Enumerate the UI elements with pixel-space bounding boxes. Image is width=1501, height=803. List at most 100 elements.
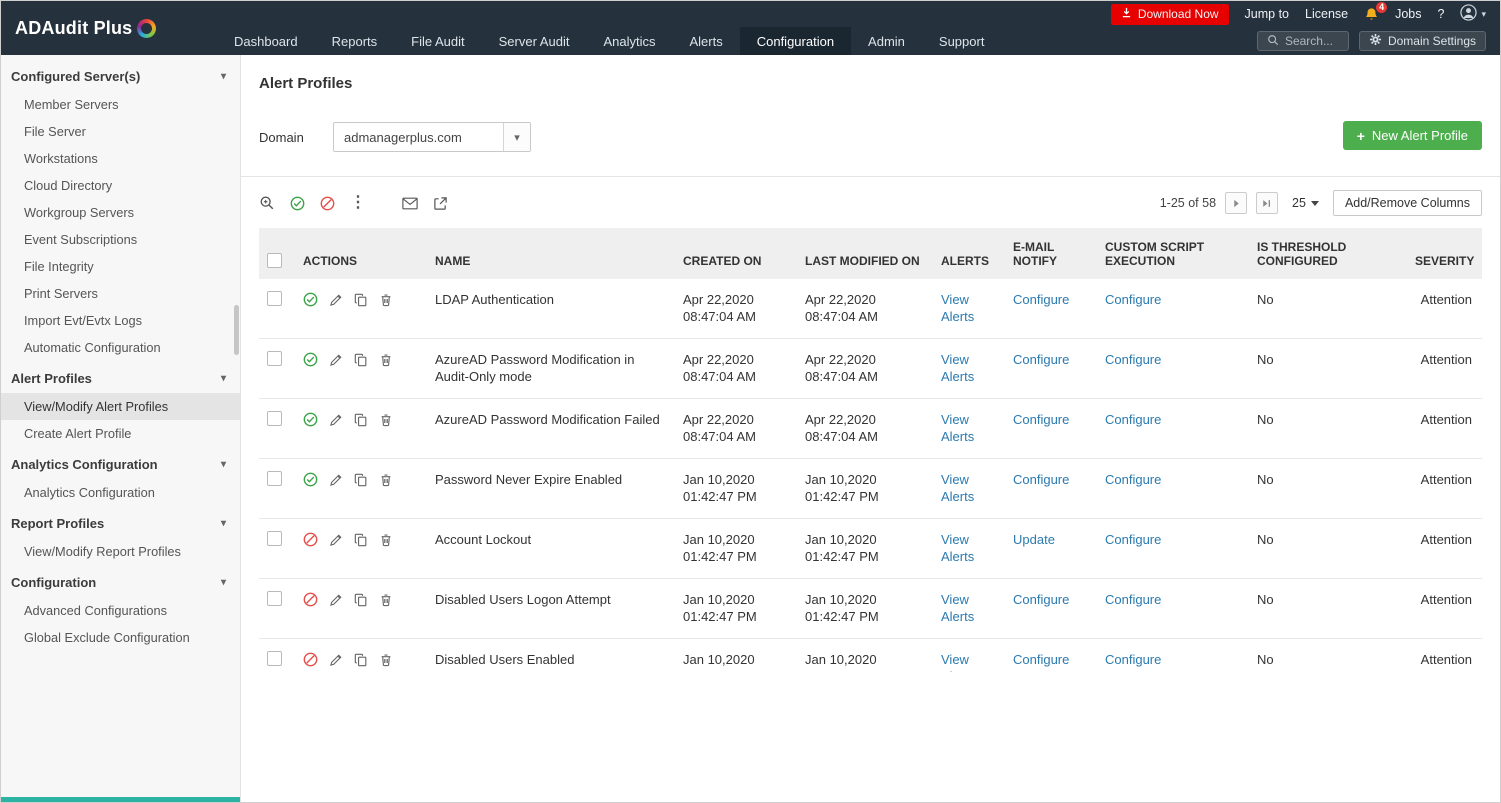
next-page-button[interactable] <box>1225 192 1247 214</box>
edit-icon[interactable] <box>329 653 343 667</box>
nav-tab-support[interactable]: Support <box>922 27 1002 55</box>
nav-tab-server-audit[interactable]: Server Audit <box>482 27 587 55</box>
custom-script-link[interactable]: Configure <box>1105 592 1161 607</box>
column-header-actions[interactable]: ACTIONS <box>295 228 427 279</box>
brand-logo[interactable]: ADAudit Plus <box>1 1 217 55</box>
copy-icon[interactable] <box>354 473 368 487</box>
sidebar-item-import-evt-evtx-logs[interactable]: Import Evt/Evtx Logs <box>1 307 240 334</box>
view-alerts-link[interactable]: View Alerts <box>941 292 974 324</box>
email-notify-link[interactable]: Configure <box>1013 352 1069 367</box>
sidebar-item-member-servers[interactable]: Member Servers <box>1 91 240 118</box>
edit-icon[interactable] <box>329 413 343 427</box>
email-notify-link[interactable]: Configure <box>1013 472 1069 487</box>
domain-settings-button[interactable]: Domain Settings <box>1359 31 1486 51</box>
more-options-icon[interactable]: ⋮ <box>350 196 366 210</box>
enable-selected-icon[interactable] <box>290 196 305 211</box>
jobs-link[interactable]: Jobs <box>1395 7 1421 21</box>
nav-tab-configuration[interactable]: Configuration <box>740 27 851 55</box>
nav-tab-reports[interactable]: Reports <box>315 27 395 55</box>
custom-script-link[interactable]: Configure <box>1105 472 1161 487</box>
add-remove-columns-button[interactable]: Add/Remove Columns <box>1333 190 1482 216</box>
copy-icon[interactable] <box>354 653 368 667</box>
sidebar-item-automatic-configuration[interactable]: Automatic Configuration <box>1 334 240 361</box>
enabled-status-icon[interactable] <box>303 292 318 307</box>
row-checkbox[interactable] <box>267 591 282 606</box>
edit-icon[interactable] <box>329 473 343 487</box>
nav-tab-analytics[interactable]: Analytics <box>586 27 672 55</box>
table-search-icon[interactable] <box>259 195 275 211</box>
send-email-icon[interactable] <box>402 197 418 210</box>
column-header-severity[interactable]: SEVERITY <box>1407 228 1482 279</box>
view-alerts-link[interactable]: View Alerts <box>941 352 974 384</box>
column-header-custom-script-execution[interactable]: CUSTOM SCRIPT EXECUTION <box>1097 228 1249 279</box>
sidebar-section-report-profiles[interactable]: Report Profiles▾ <box>1 506 240 538</box>
jump-to-link[interactable]: Jump to <box>1245 7 1289 21</box>
sidebar-section-configuration[interactable]: Configuration▾ <box>1 565 240 597</box>
sidebar-item-view-modify-alert-profiles[interactable]: View/Modify Alert Profiles <box>1 393 240 420</box>
sidebar-item-event-subscriptions[interactable]: Event Subscriptions <box>1 226 240 253</box>
page-size-dropdown[interactable]: 25 <box>1292 196 1319 210</box>
view-alerts-link[interactable]: View Alerts <box>941 412 974 444</box>
delete-icon[interactable] <box>379 473 393 487</box>
custom-script-link[interactable]: Configure <box>1105 292 1161 307</box>
column-header-alerts[interactable]: ALERTS <box>933 228 1005 279</box>
select-all-checkbox[interactable] <box>267 253 282 268</box>
header-search[interactable]: Search... <box>1257 31 1349 51</box>
row-checkbox[interactable] <box>267 531 282 546</box>
nav-tab-dashboard[interactable]: Dashboard <box>217 27 315 55</box>
sidebar-item-file-integrity[interactable]: File Integrity <box>1 253 240 280</box>
delete-icon[interactable] <box>379 353 393 367</box>
edit-icon[interactable] <box>329 593 343 607</box>
sidebar-item-advanced-configurations[interactable]: Advanced Configurations <box>1 597 240 624</box>
sidebar-item-file-server[interactable]: File Server <box>1 118 240 145</box>
export-icon[interactable] <box>433 196 448 211</box>
sidebar-item-print-servers[interactable]: Print Servers <box>1 280 240 307</box>
sidebar-section-alert-profiles[interactable]: Alert Profiles▾ <box>1 361 240 393</box>
new-alert-profile-button[interactable]: + New Alert Profile <box>1343 121 1482 150</box>
row-checkbox[interactable] <box>267 411 282 426</box>
disabled-status-icon[interactable] <box>303 652 318 667</box>
view-alerts-link[interactable]: View Alerts <box>941 532 974 564</box>
custom-script-link[interactable]: Configure <box>1105 652 1161 667</box>
sidebar-item-workstations[interactable]: Workstations <box>1 145 240 172</box>
column-header-e-mail-notify[interactable]: E-MAIL NOTIFY <box>1005 228 1097 279</box>
view-alerts-link[interactable]: View Alerts <box>941 592 974 624</box>
nav-tab-alerts[interactable]: Alerts <box>672 27 739 55</box>
view-alerts-link[interactable]: View Alerts <box>941 472 974 504</box>
edit-icon[interactable] <box>329 293 343 307</box>
disabled-status-icon[interactable] <box>303 592 318 607</box>
domain-select[interactable]: admanagerplus.com ▾ <box>333 122 531 152</box>
delete-icon[interactable] <box>379 533 393 547</box>
nav-tab-file-audit[interactable]: File Audit <box>394 27 481 55</box>
copy-icon[interactable] <box>354 353 368 367</box>
sidebar-item-global-exclude-configuration[interactable]: Global Exclude Configuration <box>1 624 240 651</box>
email-notify-link[interactable]: Configure <box>1013 652 1069 667</box>
copy-icon[interactable] <box>354 293 368 307</box>
copy-icon[interactable] <box>354 413 368 427</box>
enabled-status-icon[interactable] <box>303 412 318 427</box>
sidebar-scrollbar[interactable] <box>234 305 239 355</box>
column-header-last-modified-on[interactable]: LAST MODIFIED ON <box>797 228 933 279</box>
sidebar-item-workgroup-servers[interactable]: Workgroup Servers <box>1 199 240 226</box>
email-notify-link[interactable]: Configure <box>1013 412 1069 427</box>
row-checkbox[interactable] <box>267 291 282 306</box>
sidebar-item-view-modify-report-profiles[interactable]: View/Modify Report Profiles <box>1 538 240 565</box>
nav-tab-admin[interactable]: Admin <box>851 27 922 55</box>
disabled-status-icon[interactable] <box>303 532 318 547</box>
edit-icon[interactable] <box>329 533 343 547</box>
help-link[interactable]: ? <box>1438 7 1445 21</box>
delete-icon[interactable] <box>379 413 393 427</box>
sidebar-section-analytics-configuration[interactable]: Analytics Configuration▾ <box>1 447 240 479</box>
delete-icon[interactable] <box>379 293 393 307</box>
column-header-is-threshold-configured[interactable]: IS THRESHOLD CONFIGURED <box>1249 228 1407 279</box>
copy-icon[interactable] <box>354 593 368 607</box>
license-link[interactable]: License <box>1305 7 1348 21</box>
email-notify-link[interactable]: Update <box>1013 532 1055 547</box>
row-checkbox[interactable] <box>267 351 282 366</box>
row-checkbox[interactable] <box>267 471 282 486</box>
notifications-bell-icon[interactable]: 4 <box>1364 7 1379 22</box>
last-page-button[interactable] <box>1256 192 1278 214</box>
user-menu[interactable]: ▾ <box>1460 4 1486 24</box>
custom-script-link[interactable]: Configure <box>1105 352 1161 367</box>
delete-icon[interactable] <box>379 653 393 667</box>
